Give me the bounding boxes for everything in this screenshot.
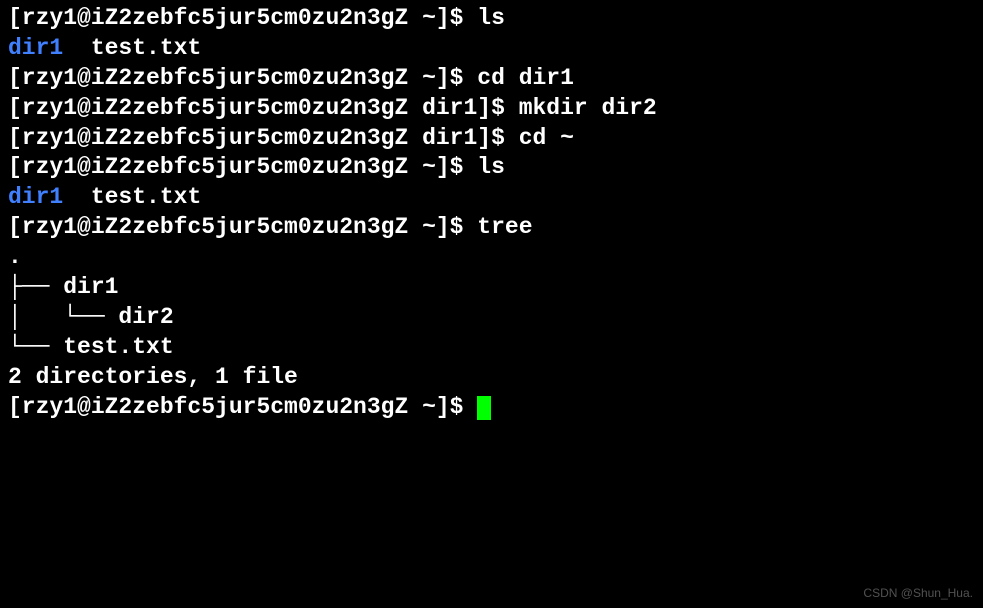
shell-prompt: [rzy1@iZ2zebfc5jur5cm0zu2n3gZ dir1]$ <box>8 95 519 121</box>
shell-prompt: [rzy1@iZ2zebfc5jur5cm0zu2n3gZ dir1]$ <box>8 125 519 151</box>
command-text: cd ~ <box>519 125 574 151</box>
command-text: mkdir dir2 <box>519 95 657 121</box>
terminal-line: dir1 test.txt <box>8 183 975 213</box>
watermark-text: CSDN @Shun_Hua. <box>863 586 973 602</box>
shell-prompt: [rzy1@iZ2zebfc5jur5cm0zu2n3gZ ~]$ <box>8 394 477 420</box>
tree-output: ├── dir1 <box>8 273 975 303</box>
command-text: ls <box>477 5 505 31</box>
command-text: tree <box>477 214 532 240</box>
shell-prompt: [rzy1@iZ2zebfc5jur5cm0zu2n3gZ ~]$ <box>8 154 477 180</box>
tree-output: └── test.txt <box>8 333 975 363</box>
directory-name: dir1 <box>8 184 63 210</box>
terminal-line[interactable]: [rzy1@iZ2zebfc5jur5cm0zu2n3gZ ~]$ <box>8 393 975 423</box>
tree-output: │ └── dir2 <box>8 303 975 333</box>
command-text: ls <box>477 154 505 180</box>
shell-prompt: [rzy1@iZ2zebfc5jur5cm0zu2n3gZ ~]$ <box>8 65 477 91</box>
terminal-line: [rzy1@iZ2zebfc5jur5cm0zu2n3gZ dir1]$ mkd… <box>8 94 975 124</box>
terminal-line: [rzy1@iZ2zebfc5jur5cm0zu2n3gZ dir1]$ cd … <box>8 124 975 154</box>
terminal-line: [rzy1@iZ2zebfc5jur5cm0zu2n3gZ ~]$ ls <box>8 153 975 183</box>
file-name: test.txt <box>63 184 201 210</box>
directory-name: dir1 <box>8 35 63 61</box>
command-text: cd dir1 <box>477 65 574 91</box>
cursor-icon <box>477 396 491 420</box>
terminal-line: [rzy1@iZ2zebfc5jur5cm0zu2n3gZ ~]$ tree <box>8 213 975 243</box>
terminal-line: [rzy1@iZ2zebfc5jur5cm0zu2n3gZ ~]$ cd dir… <box>8 64 975 94</box>
terminal-line: dir1 test.txt <box>8 34 975 64</box>
terminal-line: [rzy1@iZ2zebfc5jur5cm0zu2n3gZ ~]$ ls <box>8 4 975 34</box>
shell-prompt: [rzy1@iZ2zebfc5jur5cm0zu2n3gZ ~]$ <box>8 214 477 240</box>
file-name: test.txt <box>63 35 201 61</box>
tree-output: . <box>8 243 975 273</box>
shell-prompt: [rzy1@iZ2zebfc5jur5cm0zu2n3gZ ~]$ <box>8 5 477 31</box>
tree-summary: 2 directories, 1 file <box>8 363 975 393</box>
